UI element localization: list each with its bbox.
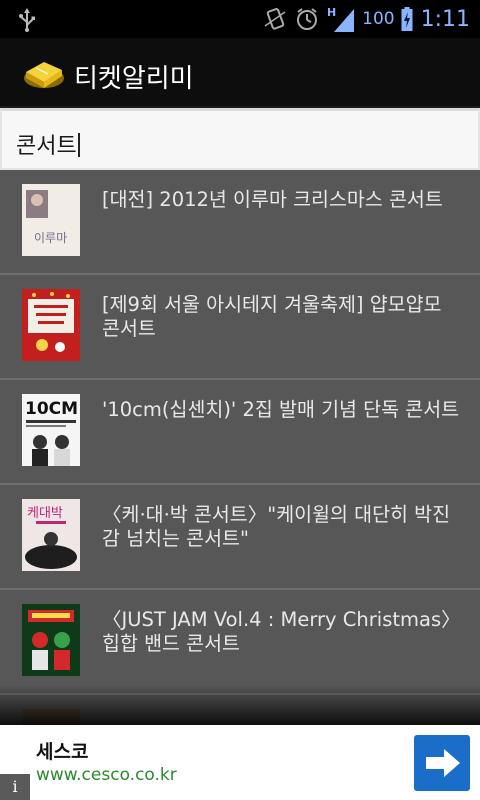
app-title: 티켓알리미 — [74, 64, 194, 94]
item-title: [대전] 2012년 이루마 크리스마스 콘서트 — [102, 188, 443, 211]
item-title: 〈JUST JAM Vol.4 : Merry Christmas〉 힙합 밴드… — [102, 608, 461, 655]
ad-title: 세스코 — [36, 741, 89, 763]
item-title: '10cm(십센치)' 2집 발매 기념 단독 콘서트 — [102, 398, 460, 421]
item-title: [제9회 서울 아시테지 겨울축제] 얍모얍모 콘서트 — [102, 293, 442, 340]
arrow-right-icon — [426, 749, 460, 777]
action-bar: 티켓알리미 — [0, 38, 480, 108]
ad-arrow-button[interactable] — [414, 735, 470, 791]
status-bar: H 100 1:11 — [0, 0, 480, 38]
list-fade — [0, 685, 480, 725]
poster-thumbnail: 케대박 — [22, 499, 80, 571]
svg-text:H: H — [327, 6, 336, 19]
ad-url[interactable]: www.cesco.co.kr — [36, 765, 177, 785]
item-title: 〈케·대·박 콘서트〉"케이윌의 대단히 박진감 넘치는 콘서트" — [102, 503, 451, 550]
list-item[interactable]: 10CM '10cm(십센치)' 2집 발매 기념 단독 콘서트 — [0, 380, 480, 485]
ticket-icon[interactable] — [22, 56, 66, 92]
search-input[interactable]: 콘서트 — [0, 108, 480, 170]
svg-text:10CM: 10CM — [25, 399, 78, 419]
search-query: 콘서트 — [16, 128, 80, 160]
battery-charging-icon — [401, 7, 413, 31]
battery-level: 100 — [362, 9, 395, 29]
list-item[interactable]: 케대박 〈케·대·박 콘서트〉"케이윌의 대단히 박진감 넘치는 콘서트" — [0, 485, 480, 590]
svg-text:케대박: 케대박 — [27, 506, 63, 521]
svg-text:이루마: 이루마 — [34, 231, 67, 245]
results-list[interactable]: 이루마 [대전] 2012년 이루마 크리스마스 콘서트 [제9회 서울 아시테… — [0, 170, 480, 725]
list-item[interactable]: 이루마 [대전] 2012년 이루마 크리스마스 콘서트 — [0, 170, 480, 275]
ad-info-icon[interactable]: i — [0, 774, 30, 800]
alarm-icon — [297, 8, 318, 30]
usb-icon — [19, 8, 35, 32]
poster-thumbnail: 이루마 — [22, 184, 80, 256]
poster-thumbnail: 10CM — [22, 394, 80, 466]
list-item[interactable]: [제9회 서울 아시테지 겨울축제] 얍모얍모 콘서트 — [0, 275, 480, 380]
vibrate-icon — [264, 8, 286, 30]
poster-thumbnail — [22, 604, 80, 676]
poster-thumbnail — [22, 289, 80, 361]
ad-banner[interactable]: 세스코 www.cesco.co.kr i — [0, 725, 480, 800]
text-caret — [77, 133, 80, 157]
list-item[interactable]: 〈JUST JAM Vol.4 : Merry Christmas〉 힙합 밴드… — [0, 590, 480, 695]
signal-icon: H — [327, 6, 355, 32]
clock: 1:11 — [420, 6, 470, 32]
